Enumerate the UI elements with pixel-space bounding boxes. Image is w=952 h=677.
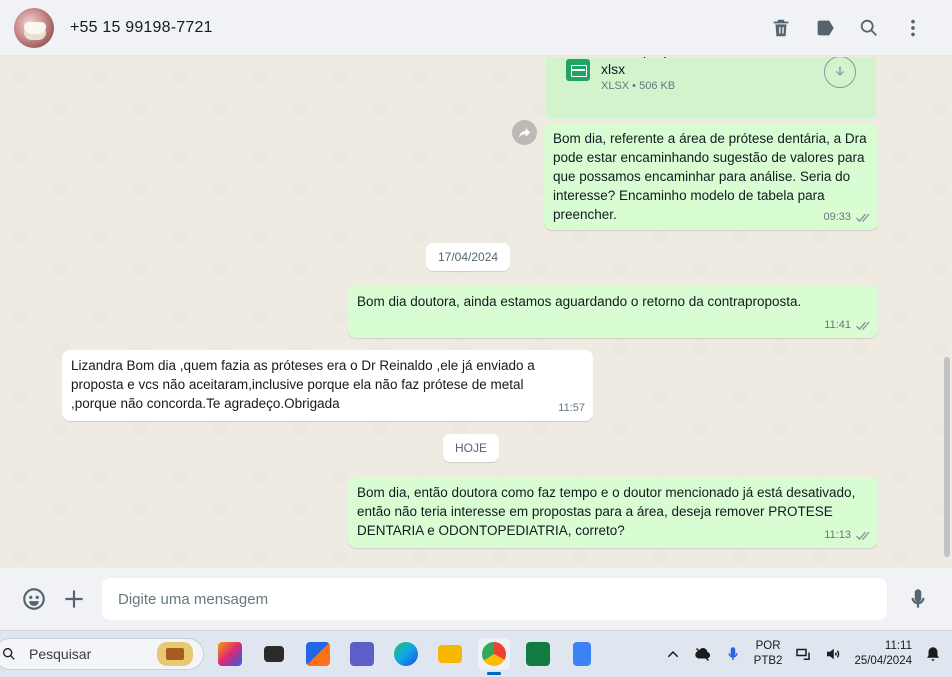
emoji-icon[interactable] bbox=[16, 581, 52, 617]
taskbar-search-label: Pesquisar bbox=[29, 646, 92, 662]
chevron-up-icon[interactable] bbox=[664, 645, 682, 663]
message-composer bbox=[0, 568, 952, 630]
forward-icon[interactable] bbox=[512, 120, 537, 145]
teams-icon[interactable] bbox=[346, 638, 378, 670]
message-time: 11:41 bbox=[824, 319, 851, 331]
search-icon[interactable] bbox=[858, 17, 880, 39]
taskbar-apps bbox=[214, 638, 598, 675]
message-time: 11:13 bbox=[824, 529, 851, 541]
cloud-off-icon[interactable] bbox=[694, 645, 712, 663]
language-indicator[interactable]: POR PTB2 bbox=[754, 639, 783, 669]
volume-icon[interactable] bbox=[824, 645, 842, 663]
chat-header: +55 15 99198-7721 bbox=[0, 0, 952, 56]
label-icon[interactable] bbox=[814, 17, 836, 39]
clock-date: 25/04/2024 bbox=[854, 655, 912, 667]
language-code: POR bbox=[755, 640, 781, 652]
file-attachment[interactable]: Contraproposta Protese Dentaria. xlsx XL… bbox=[546, 57, 876, 119]
double-check-icon bbox=[854, 320, 870, 331]
taskbar-search[interactable]: Pesquisar bbox=[0, 638, 204, 670]
message-time: 09:33 bbox=[823, 211, 851, 223]
chat-scrollbar[interactable] bbox=[944, 357, 950, 557]
date-chip: HOJE bbox=[443, 434, 500, 462]
file-name: Contraproposta Protese Dentaria. xlsx bbox=[601, 57, 810, 77]
keyboard-layout: PTB2 bbox=[753, 655, 783, 667]
message-meta: 11:57 bbox=[558, 399, 585, 418]
message-input[interactable] bbox=[102, 578, 887, 620]
message-incoming[interactable]: Lizandra Bom dia ,quem fazia as próteses… bbox=[62, 350, 593, 421]
message-time: 11:57 bbox=[558, 402, 585, 414]
task-view-icon[interactable] bbox=[258, 638, 290, 670]
microphone-icon[interactable] bbox=[724, 645, 742, 663]
message-meta: 09:33 bbox=[823, 208, 870, 227]
microphone-icon[interactable] bbox=[900, 581, 936, 617]
message-meta: 11:41 bbox=[824, 316, 870, 335]
contact-name[interactable]: +55 15 99198-7721 bbox=[70, 19, 213, 37]
network-icon[interactable] bbox=[794, 645, 812, 663]
store-icon[interactable] bbox=[302, 638, 334, 670]
message-outgoing[interactable]: Bom dia, referente a área de prótese den… bbox=[544, 123, 878, 230]
message-text: Bom dia, então doutora como faz tempo e … bbox=[357, 485, 856, 538]
search-icon bbox=[3, 648, 15, 660]
windows-taskbar: Pesquisar POR PTB2 11:11 25/04/2024 bbox=[0, 630, 952, 677]
menu-icon[interactable] bbox=[902, 17, 924, 39]
attach-plus-icon[interactable] bbox=[56, 581, 92, 617]
download-icon[interactable] bbox=[824, 57, 856, 88]
notepad-icon[interactable] bbox=[566, 638, 598, 670]
message-text: Lizandra Bom dia ,quem fazia as próteses… bbox=[71, 358, 535, 411]
system-tray: POR PTB2 11:11 25/04/2024 bbox=[664, 639, 952, 669]
clock-time: 11:11 bbox=[884, 640, 912, 652]
header-actions bbox=[770, 17, 924, 39]
message-outgoing[interactable]: Bom dia, então doutora como faz tempo e … bbox=[348, 477, 878, 548]
message-text: Bom dia doutora, ainda estamos aguardand… bbox=[357, 294, 802, 309]
message-outgoing[interactable]: Bom dia doutora, ainda estamos aguardand… bbox=[348, 286, 878, 338]
briefcase-icon[interactable] bbox=[157, 642, 193, 666]
taskbar-clock[interactable]: 11:11 25/04/2024 bbox=[854, 639, 912, 669]
copilot-icon[interactable] bbox=[214, 638, 246, 670]
edge-icon[interactable] bbox=[390, 638, 422, 670]
spreadsheet-icon bbox=[566, 59, 590, 81]
file-explorer-icon[interactable] bbox=[434, 638, 466, 670]
excel-icon[interactable] bbox=[522, 638, 554, 670]
chrome-icon[interactable] bbox=[478, 638, 510, 675]
notification-bell-icon[interactable] bbox=[924, 645, 942, 663]
file-meta: XLSX • 506 KB bbox=[601, 80, 676, 92]
contact-avatar[interactable] bbox=[14, 7, 54, 48]
date-chip: 17/04/2024 bbox=[426, 243, 511, 271]
delete-icon[interactable] bbox=[770, 17, 792, 39]
double-check-icon bbox=[854, 212, 870, 223]
chat-area[interactable]: Contraproposta Protese Dentaria. xlsx XL… bbox=[0, 57, 952, 568]
message-meta: 11:13 bbox=[824, 526, 870, 545]
double-check-icon bbox=[854, 530, 870, 541]
